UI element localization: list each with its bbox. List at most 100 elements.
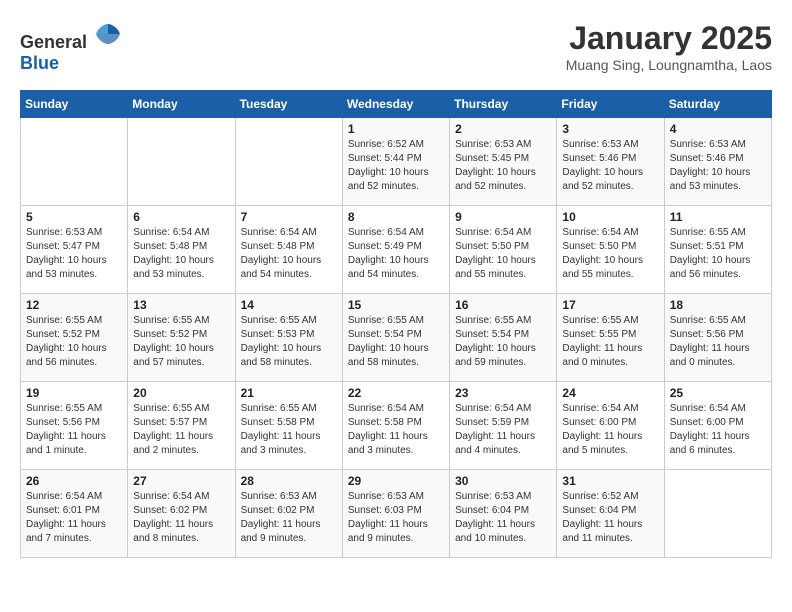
calendar-week-row: 12 Sunrise: 6:55 AM Sunset: 5:52 PM Dayli…	[21, 294, 772, 382]
calendar-cell: 28 Sunrise: 6:53 AM Sunset: 6:02 PM Dayli…	[235, 470, 342, 558]
calendar-cell: 1 Sunrise: 6:52 AM Sunset: 5:44 PM Daylig…	[342, 118, 449, 206]
day-number: 29	[348, 474, 444, 488]
day-detail: Sunrise: 6:53 AM Sunset: 5:46 PM Dayligh…	[562, 138, 658, 194]
calendar-cell: 6 Sunrise: 6:54 AM Sunset: 5:48 PM Daylig…	[128, 206, 235, 294]
day-detail: Sunrise: 6:53 AM Sunset: 6:04 PM Dayligh…	[455, 490, 551, 546]
calendar-cell: 21 Sunrise: 6:55 AM Sunset: 5:58 PM Dayli…	[235, 382, 342, 470]
calendar-cell: 25Sunrise: 6:54 AM Sunset: 6:00 PM Dayli…	[664, 382, 771, 470]
day-header: Thursday	[450, 91, 557, 118]
day-number: 12	[26, 298, 122, 312]
day-number: 30	[455, 474, 551, 488]
day-detail: Sunrise: 6:55 AM Sunset: 5:56 PM Dayligh…	[670, 314, 766, 370]
day-detail: Sunrise: 6:55 AM Sunset: 5:51 PM Dayligh…	[670, 226, 766, 282]
calendar-cell: 5 Sunrise: 6:53 AM Sunset: 5:47 PM Daylig…	[21, 206, 128, 294]
day-detail: Sunrise: 6:54 AM Sunset: 5:48 PM Dayligh…	[133, 226, 229, 282]
logo-text-blue: Blue	[20, 53, 59, 73]
day-detail: Sunrise: 6:54 AM Sunset: 5:58 PM Dayligh…	[348, 402, 444, 458]
calendar-cell: 31 Sunrise: 6:52 AM Sunset: 6:04 PM Dayli…	[557, 470, 664, 558]
header-row: SundayMondayTuesdayWednesdayThursdayFrid…	[21, 91, 772, 118]
day-number: 6	[133, 210, 229, 224]
day-detail: Sunrise: 6:55 AM Sunset: 5:52 PM Dayligh…	[26, 314, 122, 370]
logo-text-general: General	[20, 32, 87, 52]
day-detail: Sunrise: 6:53 AM Sunset: 5:47 PM Dayligh…	[26, 226, 122, 282]
day-detail: Sunrise: 6:55 AM Sunset: 5:58 PM Dayligh…	[241, 402, 337, 458]
day-header: Friday	[557, 91, 664, 118]
day-detail: Sunrise: 6:55 AM Sunset: 5:54 PM Dayligh…	[348, 314, 444, 370]
day-detail: Sunrise: 6:53 AM Sunset: 5:45 PM Dayligh…	[455, 138, 551, 194]
calendar-cell: 12 Sunrise: 6:55 AM Sunset: 5:52 PM Dayli…	[21, 294, 128, 382]
day-detail: Sunrise: 6:54 AM Sunset: 5:49 PM Dayligh…	[348, 226, 444, 282]
day-number: 2	[455, 122, 551, 136]
calendar-cell: 11 Sunrise: 6:55 AM Sunset: 5:51 PM Dayli…	[664, 206, 771, 294]
calendar-cell: 29 Sunrise: 6:53 AM Sunset: 6:03 PM Dayli…	[342, 470, 449, 558]
calendar-cell: 27Sunrise: 6:54 AM Sunset: 6:02 PM Dayli…	[128, 470, 235, 558]
day-number: 23	[455, 386, 551, 400]
calendar-cell: 22 Sunrise: 6:54 AM Sunset: 5:58 PM Dayli…	[342, 382, 449, 470]
day-detail: Sunrise: 6:55 AM Sunset: 5:54 PM Dayligh…	[455, 314, 551, 370]
calendar-cell: 26 Sunrise: 6:54 AM Sunset: 6:01 PM Dayli…	[21, 470, 128, 558]
calendar-cell	[21, 118, 128, 206]
day-header: Saturday	[664, 91, 771, 118]
day-number: 1	[348, 122, 444, 136]
day-detail: Sunrise: 6:52 AM Sunset: 6:04 PM Dayligh…	[562, 490, 658, 546]
calendar-cell: 10 Sunrise: 6:54 AM Sunset: 5:50 PM Dayli…	[557, 206, 664, 294]
calendar-cell: 2 Sunrise: 6:53 AM Sunset: 5:45 PM Daylig…	[450, 118, 557, 206]
day-detail: Sunrise: 6:52 AM Sunset: 5:44 PM Dayligh…	[348, 138, 444, 194]
calendar-week-row: 1 Sunrise: 6:52 AM Sunset: 5:44 PM Daylig…	[21, 118, 772, 206]
day-detail: Sunrise: 6:55 AM Sunset: 5:55 PM Dayligh…	[562, 314, 658, 370]
day-number: 18	[670, 298, 766, 312]
day-number: 28	[241, 474, 337, 488]
day-header: Wednesday	[342, 91, 449, 118]
calendar-cell: 23 Sunrise: 6:54 AM Sunset: 5:59 PM Dayli…	[450, 382, 557, 470]
day-number: 4	[670, 122, 766, 136]
day-number: 5	[26, 210, 122, 224]
logo-icon	[94, 20, 122, 48]
logo: General Blue	[20, 20, 122, 74]
day-detail: Sunrise: 6:54 AM Sunset: 5:48 PM Dayligh…	[241, 226, 337, 282]
calendar-cell: 20Sunrise: 6:55 AM Sunset: 5:57 PM Dayli…	[128, 382, 235, 470]
calendar-cell: 4 Sunrise: 6:53 AM Sunset: 5:46 PM Daylig…	[664, 118, 771, 206]
calendar-cell: 13 Sunrise: 6:55 AM Sunset: 5:52 PM Dayli…	[128, 294, 235, 382]
day-number: 22	[348, 386, 444, 400]
day-number: 26	[26, 474, 122, 488]
calendar-cell	[664, 470, 771, 558]
calendar-cell: 19 Sunrise: 6:55 AM Sunset: 5:56 PM Dayli…	[21, 382, 128, 470]
day-number: 13	[133, 298, 229, 312]
calendar-cell: 15 Sunrise: 6:55 AM Sunset: 5:54 PM Dayli…	[342, 294, 449, 382]
day-detail: Sunrise: 6:53 AM Sunset: 6:03 PM Dayligh…	[348, 490, 444, 546]
day-detail: Sunrise: 6:54 AM Sunset: 6:01 PM Dayligh…	[26, 490, 122, 546]
day-detail: Sunrise: 6:54 AM Sunset: 5:50 PM Dayligh…	[455, 226, 551, 282]
day-detail: Sunrise: 6:53 AM Sunset: 6:02 PM Dayligh…	[241, 490, 337, 546]
day-detail: Sunrise: 6:55 AM Sunset: 5:52 PM Dayligh…	[133, 314, 229, 370]
day-number: 31	[562, 474, 658, 488]
day-number: 15	[348, 298, 444, 312]
day-number: 7	[241, 210, 337, 224]
day-number: 11	[670, 210, 766, 224]
day-number: 27	[133, 474, 229, 488]
day-detail: Sunrise: 6:53 AM Sunset: 5:46 PM Dayligh…	[670, 138, 766, 194]
calendar-table: SundayMondayTuesdayWednesdayThursdayFrid…	[20, 90, 772, 558]
day-number: 10	[562, 210, 658, 224]
page-header: General Blue January 2025 Muang Sing, Lo…	[20, 20, 772, 74]
day-number: 8	[348, 210, 444, 224]
day-number: 19	[26, 386, 122, 400]
day-header: Tuesday	[235, 91, 342, 118]
calendar-cell: 8 Sunrise: 6:54 AM Sunset: 5:49 PM Daylig…	[342, 206, 449, 294]
calendar-cell	[128, 118, 235, 206]
calendar-week-row: 19 Sunrise: 6:55 AM Sunset: 5:56 PM Dayli…	[21, 382, 772, 470]
day-number: 17	[562, 298, 658, 312]
day-number: 25	[670, 386, 766, 400]
calendar-cell: 3Sunrise: 6:53 AM Sunset: 5:46 PM Daylig…	[557, 118, 664, 206]
day-detail: Sunrise: 6:54 AM Sunset: 5:50 PM Dayligh…	[562, 226, 658, 282]
day-detail: Sunrise: 6:55 AM Sunset: 5:53 PM Dayligh…	[241, 314, 337, 370]
day-detail: Sunrise: 6:55 AM Sunset: 5:57 PM Dayligh…	[133, 402, 229, 458]
day-detail: Sunrise: 6:55 AM Sunset: 5:56 PM Dayligh…	[26, 402, 122, 458]
day-number: 21	[241, 386, 337, 400]
calendar-week-row: 26 Sunrise: 6:54 AM Sunset: 6:01 PM Dayli…	[21, 470, 772, 558]
calendar-cell: 17 Sunrise: 6:55 AM Sunset: 5:55 PM Dayli…	[557, 294, 664, 382]
day-header: Sunday	[21, 91, 128, 118]
day-number: 14	[241, 298, 337, 312]
day-detail: Sunrise: 6:54 AM Sunset: 5:59 PM Dayligh…	[455, 402, 551, 458]
calendar-week-row: 5 Sunrise: 6:53 AM Sunset: 5:47 PM Daylig…	[21, 206, 772, 294]
day-detail: Sunrise: 6:54 AM Sunset: 6:00 PM Dayligh…	[562, 402, 658, 458]
